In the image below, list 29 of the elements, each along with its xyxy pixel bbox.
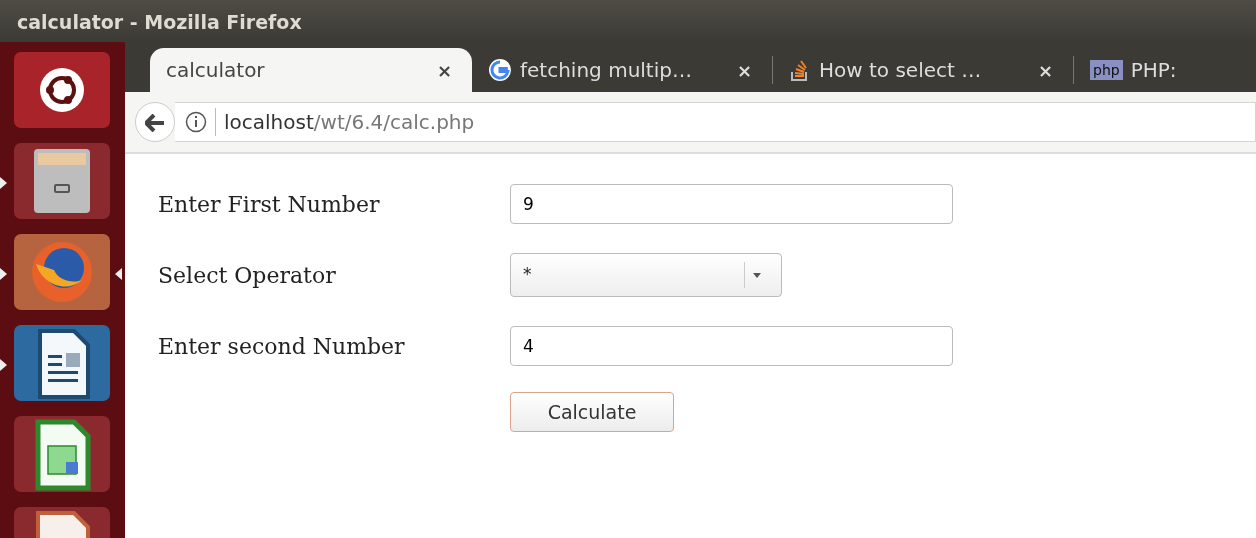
tab-title: fetching multip… xyxy=(520,57,693,84)
tab-title: calculator xyxy=(166,57,266,84)
browser-tab[interactable]: How to select … × xyxy=(773,48,1073,92)
launcher-icon[interactable] xyxy=(14,416,110,492)
tab-title: PHP: xyxy=(1130,57,1178,84)
info-icon xyxy=(185,111,207,133)
php-favicon: php xyxy=(1090,60,1123,80)
back-button[interactable] xyxy=(135,102,175,142)
field-label: Enter second Number xyxy=(158,332,406,361)
tab-title: How to select … xyxy=(819,57,983,84)
operator-select[interactable]: * xyxy=(510,253,782,297)
launcher-icon[interactable] xyxy=(14,325,110,401)
address-bar[interactable]: localhost/wt/6.4/calc.php xyxy=(175,102,1256,142)
back-arrow-icon xyxy=(145,114,165,132)
close-tab-button[interactable]: × xyxy=(732,56,756,84)
window-title: calculator - Mozilla Firefox xyxy=(0,0,1256,42)
google-logo-icon xyxy=(488,58,512,82)
number-input[interactable]: 9 xyxy=(510,184,953,224)
browser-tab[interactable]: fetching multip… × xyxy=(472,48,772,92)
number-input[interactable]: 4 xyxy=(510,326,953,366)
close-tab-button[interactable]: × xyxy=(432,56,456,84)
field-label: Enter First Number xyxy=(158,190,381,219)
field-label: Select Operator xyxy=(158,261,337,290)
launcher-icon[interactable] xyxy=(14,52,110,128)
browser-tab[interactable]: calculator × xyxy=(150,48,472,92)
browser-tab[interactable]: php PHP: xyxy=(1074,48,1256,92)
close-tab-button[interactable]: × xyxy=(1033,56,1057,84)
calculate-button[interactable]: Calculate xyxy=(510,392,674,432)
url-text: localhost/wt/6.4/calc.php xyxy=(224,109,475,136)
